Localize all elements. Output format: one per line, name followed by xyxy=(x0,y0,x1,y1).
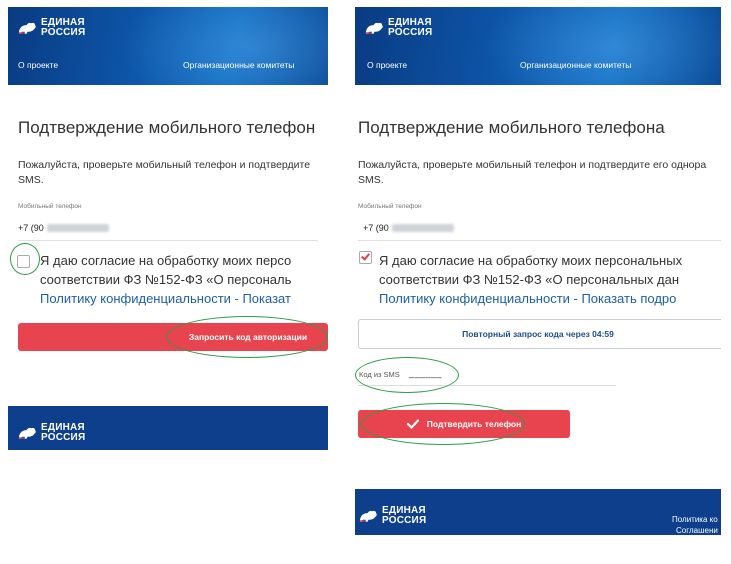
page-title: Подтверждение мобильного телефона xyxy=(358,118,665,137)
site-header: ЕДИНАЯ РОССИЯ О проекте Организационные к… xyxy=(8,7,328,85)
phone-field[interactable]: +7 (90 xyxy=(18,223,109,233)
nav-about[interactable]: О проекте xyxy=(367,60,407,70)
sms-code-input[interactable]: ______ xyxy=(409,368,442,378)
bear-logo-icon xyxy=(359,510,377,522)
footer-privacy-link[interactable]: Политика ко xyxy=(672,515,718,524)
brand-logo[interactable]: ЕДИНАЯ РОССИЯ xyxy=(18,18,85,38)
consent-checkbox[interactable] xyxy=(359,251,372,264)
request-code-button[interactable]: Запросить код авторизации xyxy=(18,323,328,351)
site-footer: ЕДИНАЯ РОССИЯ xyxy=(8,406,328,450)
bear-logo-icon xyxy=(18,427,36,439)
right-screenshot-panel: ЕДИНАЯ РОССИЯ О проекте Организационные к… xyxy=(355,7,721,535)
left-screenshot-panel: ЕДИНАЯ РОССИЯ О проекте Организационные к… xyxy=(8,7,328,450)
site-header: ЕДИНАЯ РОССИЯ О проекте Организационные к… xyxy=(355,7,721,85)
bear-logo-icon xyxy=(18,22,36,34)
nav-about[interactable]: О проекте xyxy=(18,60,58,70)
brand-logo[interactable]: ЕДИНАЯ РОССИЯ xyxy=(365,18,432,38)
phone-number-blurred xyxy=(46,224,109,232)
consent-checkbox[interactable] xyxy=(17,255,30,268)
consent-text: Я даю согласие на обработку моих персона… xyxy=(379,253,683,308)
phone-field-underline xyxy=(358,240,721,241)
brand-name: ЕДИНАЯ РОССИЯ xyxy=(388,17,433,38)
nav-committees[interactable]: Организационные комитеты xyxy=(520,60,631,70)
phone-field-underline xyxy=(18,240,318,241)
sms-code-underline xyxy=(358,385,616,386)
confirm-phone-button[interactable]: Подтвердить телефон xyxy=(358,410,570,438)
checkmark-icon xyxy=(361,251,370,261)
phone-field-label: Мобильный телефон xyxy=(358,203,422,210)
footer-brand-name: ЕДИНАЯ РОССИЯ xyxy=(41,422,86,443)
phone-prefix: +7 (90 xyxy=(18,223,44,233)
privacy-policy-link[interactable]: Политику конфиденциальности - Показать п… xyxy=(379,289,682,308)
phone-field-label: Мобильный телефон xyxy=(18,203,82,210)
sms-code-label: Код из SMS xyxy=(359,370,400,379)
footer-agreement-link[interactable]: Соглашени xyxy=(676,526,718,535)
resend-code-button[interactable]: Повторный запрос кода через 04:59 xyxy=(358,319,721,349)
privacy-policy-link[interactable]: Политику конфиденциальности - Показат xyxy=(40,289,291,308)
phone-number-blurred xyxy=(391,224,454,232)
footer-brand-name: ЕДИНАЯ РОССИЯ xyxy=(382,505,427,526)
instruction-text: Пожалуйста, проверьте мобильный телефон … xyxy=(358,159,707,186)
confirm-phone-label: Подтвердить телефон xyxy=(426,419,522,429)
footer-brand-logo[interactable]: ЕДИНАЯ РОССИЯ xyxy=(18,423,85,443)
phone-field[interactable]: +7 (90 xyxy=(363,223,454,233)
consent-text: Я даю согласие на обработку моих персо с… xyxy=(40,253,292,308)
page-title: Подтверждение мобильного телефон xyxy=(18,118,316,137)
nav-committees[interactable]: Организационные комитеты xyxy=(183,60,294,70)
phone-prefix: +7 (90 xyxy=(363,223,389,233)
bear-logo-icon xyxy=(365,22,383,34)
instruction-text: Пожалуйста, проверьте мобильный телефон … xyxy=(18,159,311,186)
site-footer: ЕДИНАЯ РОССИЯ Политика ко Соглашени xyxy=(355,489,721,535)
footer-brand-logo[interactable]: ЕДИНАЯ РОССИЯ xyxy=(359,506,426,526)
brand-name: ЕДИНАЯ РОССИЯ xyxy=(41,17,86,38)
check-icon xyxy=(406,419,419,429)
